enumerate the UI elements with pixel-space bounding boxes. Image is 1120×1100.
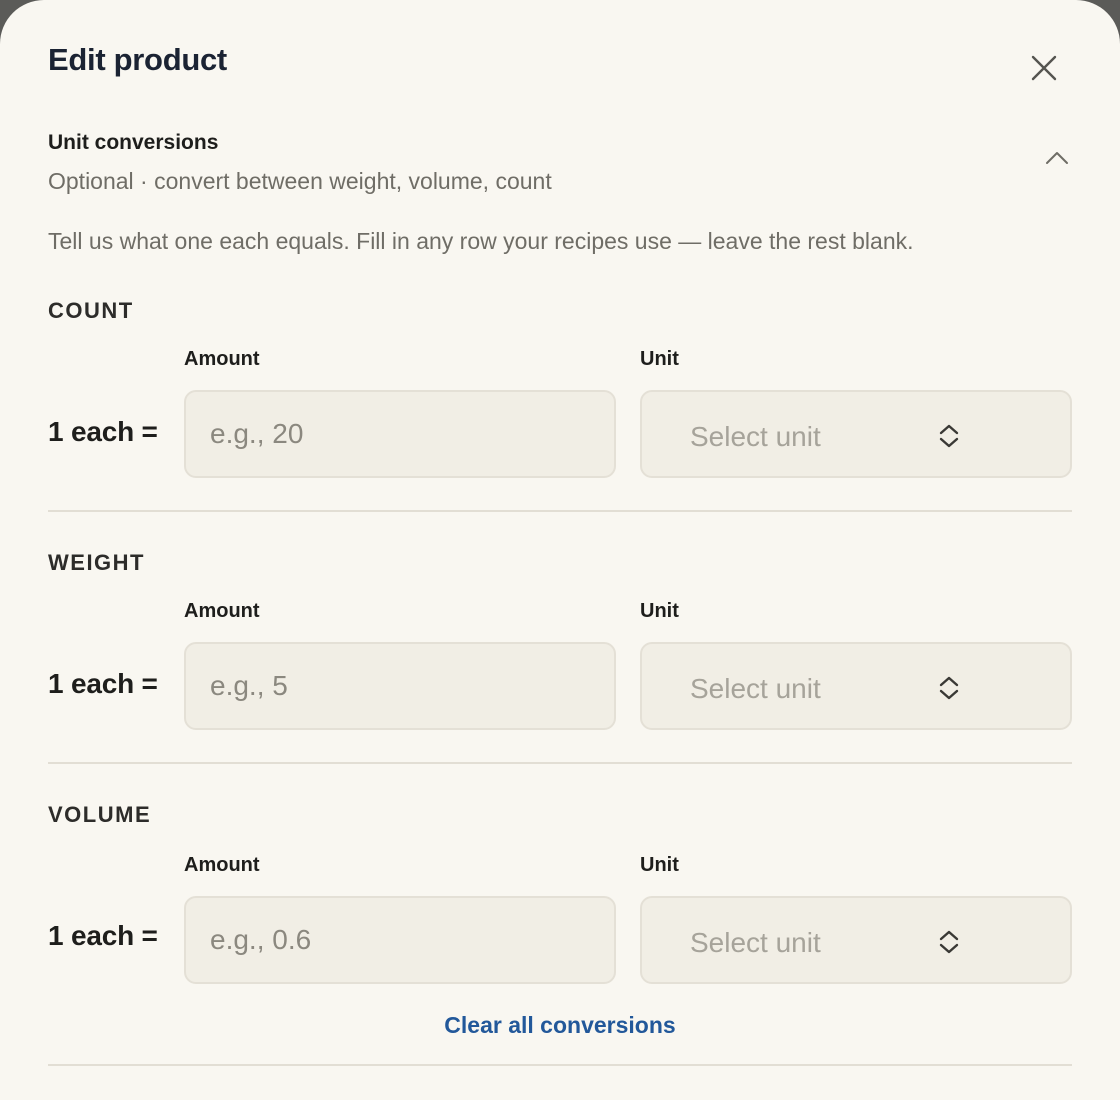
dialog-title: Edit product <box>48 42 227 77</box>
clear-all-conversions-button[interactable]: Clear all conversions <box>0 1012 1120 1039</box>
section-intro: Tell us what one each equals. Fill in an… <box>48 228 914 254</box>
close-icon <box>1031 55 1057 81</box>
group-heading: VOLUME <box>48 802 152 827</box>
unit-label: Unit <box>640 854 679 876</box>
unit-conversions-toggle[interactable]: Unit conversions Optional · convert betw… <box>48 130 1072 200</box>
divider <box>48 510 1072 512</box>
weight-amount-input[interactable] <box>184 642 616 730</box>
section-title: Unit conversions <box>48 131 219 154</box>
divider <box>48 1064 1072 1066</box>
unit-select-placeholder: Select unit <box>690 673 821 704</box>
unit-select-placeholder: Select unit <box>690 927 821 958</box>
count-unit-select[interactable]: Select unit <box>640 390 1072 478</box>
unit-select-placeholder: Select unit <box>690 421 821 452</box>
chevron-up-down-icon <box>939 930 959 954</box>
chevron-up-down-icon <box>939 676 959 700</box>
volume-unit-select[interactable]: Select unit <box>640 896 1072 984</box>
group-heading: WEIGHT <box>48 550 145 575</box>
chevron-up-icon <box>1046 152 1068 164</box>
section-subtitle: Optional · convert between weight, volum… <box>48 168 552 194</box>
unit-label: Unit <box>640 600 679 622</box>
group-heading: COUNT <box>48 298 134 323</box>
divider <box>48 762 1072 764</box>
count-amount-input[interactable] <box>184 390 616 478</box>
chevron-up-down-icon <box>939 424 959 448</box>
weight-unit-select[interactable]: Select unit <box>640 642 1072 730</box>
volume-amount-input[interactable] <box>184 896 616 984</box>
close-button[interactable] <box>1024 48 1064 88</box>
equation-label: 1 each = <box>48 416 158 447</box>
edit-product-dialog: Edit product Unit conversions Optional ·… <box>0 0 1120 1100</box>
amount-label: Amount <box>184 348 260 370</box>
equation-label: 1 each = <box>48 668 158 699</box>
unit-label: Unit <box>640 348 679 370</box>
amount-label: Amount <box>184 600 260 622</box>
amount-label: Amount <box>184 854 260 876</box>
equation-label: 1 each = <box>48 920 158 951</box>
